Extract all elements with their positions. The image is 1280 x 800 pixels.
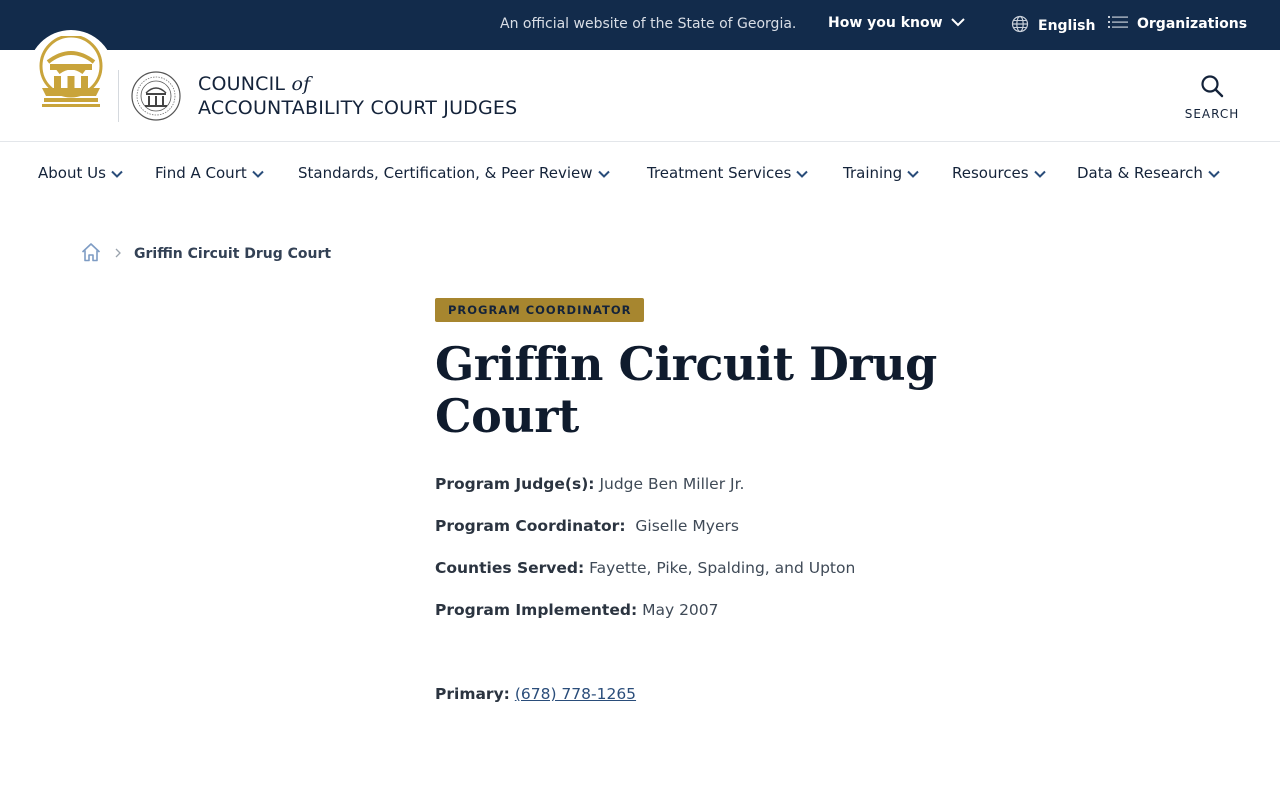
program-coordinator-row: Program Coordinator: Giselle Myers bbox=[435, 517, 739, 535]
nav-label: Resources bbox=[952, 164, 1029, 182]
category-badge: PROGRAM COORDINATOR bbox=[435, 298, 645, 322]
program-implemented-label: Program Implemented: bbox=[435, 601, 638, 619]
nav-standards[interactable]: Standards, Certification, & Peer Review bbox=[298, 164, 610, 182]
page-title: Griffin Circuit Drug Court bbox=[435, 337, 937, 443]
site-name[interactable]: COUNCIL of ACCOUNTABILITY COURT JUDGES bbox=[198, 72, 517, 120]
organizations-label: Organizations bbox=[1137, 16, 1248, 32]
official-site-text: An official website of the State of Geor… bbox=[500, 16, 797, 32]
program-implemented-row: Program Implemented: May 2007 bbox=[435, 601, 719, 619]
chevron-down-icon bbox=[907, 164, 919, 182]
nav-label: Training bbox=[843, 164, 903, 182]
nav-label: Treatment Services bbox=[647, 164, 792, 182]
nav-label: About Us bbox=[38, 164, 106, 182]
primary-phone-row: Primary: (678) 778-1265 bbox=[435, 685, 636, 703]
search-icon bbox=[1200, 75, 1224, 102]
nav-treatment-services[interactable]: Treatment Services bbox=[647, 164, 809, 182]
gov-banner: An official website of the State of Geor… bbox=[0, 0, 1280, 50]
search-label: SEARCH bbox=[1184, 107, 1240, 121]
chevron-down-icon bbox=[950, 15, 965, 31]
header-divider bbox=[118, 70, 119, 122]
nav-label: Find A Court bbox=[155, 164, 247, 182]
site-name-line1: COUNCIL of bbox=[198, 72, 517, 96]
breadcrumb: Griffin Circuit Drug Court bbox=[80, 241, 331, 267]
georgia-arch-logo-icon bbox=[39, 36, 103, 107]
nav-resources[interactable]: Resources bbox=[952, 164, 1046, 182]
nav-label: Data & Research bbox=[1077, 164, 1203, 182]
primary-phone-label: Primary: bbox=[435, 685, 510, 703]
nav-data-research[interactable]: Data & Research bbox=[1077, 164, 1220, 182]
how-you-know-label: How you know bbox=[828, 15, 943, 31]
nav-about-us[interactable]: About Us bbox=[38, 164, 123, 182]
program-judge-label: Program Judge(s): bbox=[435, 475, 595, 493]
program-coordinator-label: Program Coordinator: bbox=[435, 517, 626, 535]
chevron-down-icon bbox=[796, 164, 809, 182]
site-header: COUNCIL of ACCOUNTABILITY COURT JUDGES S… bbox=[0, 30, 1280, 142]
chevron-down-icon bbox=[111, 164, 123, 182]
breadcrumb-current: Griffin Circuit Drug Court bbox=[134, 246, 332, 262]
program-coordinator-value: Giselle Myers bbox=[635, 517, 739, 535]
site-name-council: COUNCIL bbox=[198, 73, 292, 95]
program-judge-row: Program Judge(s): Judge Ben Miller Jr. bbox=[435, 475, 744, 493]
main-nav: About Us Find A Court Standards, Certifi… bbox=[0, 143, 1280, 205]
counties-served-label: Counties Served: bbox=[435, 559, 585, 577]
primary-phone-link[interactable]: (678) 778-1265 bbox=[515, 685, 636, 703]
chevron-right-icon bbox=[114, 246, 122, 262]
chevron-down-icon bbox=[597, 164, 610, 182]
chevron-down-icon bbox=[1033, 164, 1046, 182]
chevron-down-icon bbox=[1208, 164, 1220, 182]
program-implemented-value: May 2007 bbox=[642, 601, 719, 619]
nav-training[interactable]: Training bbox=[843, 164, 919, 182]
how-you-know-toggle[interactable]: How you know bbox=[828, 15, 965, 31]
georgia-logo[interactable] bbox=[28, 30, 114, 116]
search-button[interactable]: SEARCH bbox=[1180, 74, 1244, 121]
state-seal-icon bbox=[131, 71, 181, 121]
organizations-menu[interactable]: Organizations bbox=[1108, 15, 1247, 33]
counties-served-value: Fayette, Pike, Spalding, and Upton bbox=[589, 559, 856, 577]
nav-find-a-court[interactable]: Find A Court bbox=[155, 164, 264, 182]
list-icon bbox=[1108, 15, 1128, 33]
program-judge-value: Judge Ben Miller Jr. bbox=[599, 475, 745, 493]
counties-served-row: Counties Served: Fayette, Pike, Spalding… bbox=[435, 559, 855, 577]
language-label: English bbox=[1038, 18, 1096, 34]
home-icon[interactable] bbox=[80, 241, 102, 267]
language-selector[interactable]: English bbox=[1011, 15, 1095, 37]
nav-label: Standards, Certification, & Peer Review bbox=[298, 164, 593, 182]
site-name-line2: ACCOUNTABILITY COURT JUDGES bbox=[198, 97, 518, 119]
site-name-of: of bbox=[291, 73, 311, 95]
chevron-down-icon bbox=[252, 164, 264, 182]
globe-icon bbox=[1011, 15, 1029, 37]
